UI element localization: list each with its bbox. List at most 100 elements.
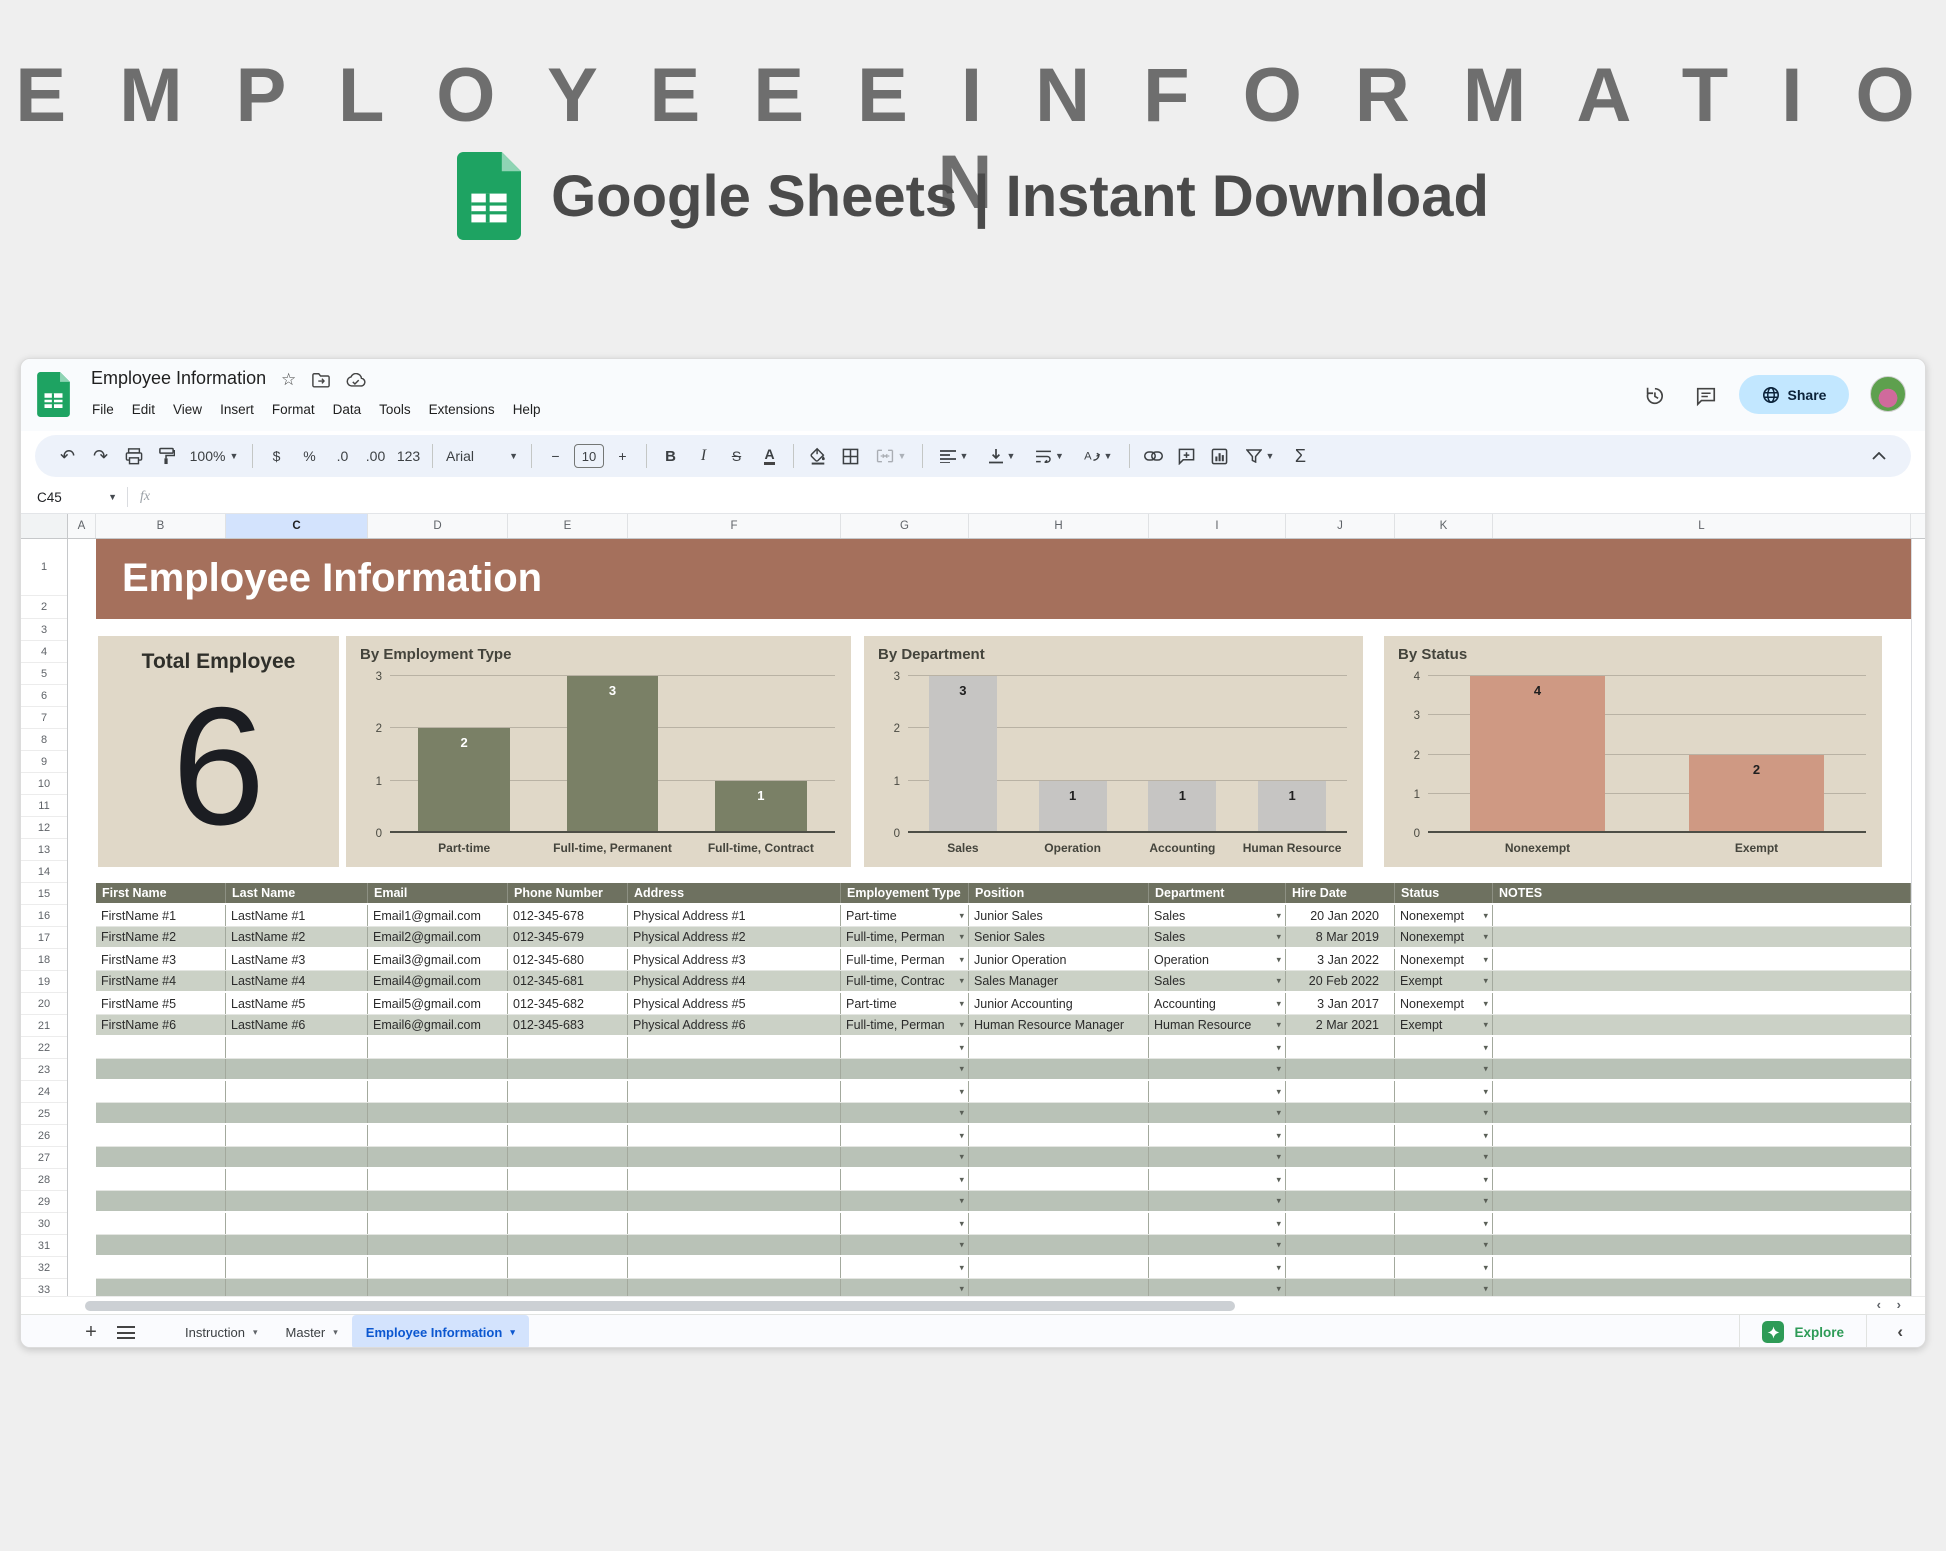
column-header-J[interactable]: J [1286,514,1395,538]
dropdown-arrow-icon[interactable]: ▾ [1276,910,1281,921]
table-cell[interactable] [368,1059,508,1079]
table-cell[interactable] [1493,1059,1911,1079]
table-cell[interactable]: Junior Accounting [969,993,1149,1014]
table-cell[interactable]: ▾ [841,1235,969,1255]
table-cell[interactable]: Accounting▾ [1149,993,1286,1014]
dropdown-arrow-icon[interactable]: ▾ [1276,1174,1281,1185]
column-header-I[interactable]: I [1149,514,1286,538]
menu-insert[interactable]: Insert [211,399,263,420]
dropdown-arrow-icon[interactable]: ▾ [1483,1152,1488,1163]
dropdown-arrow-icon[interactable]: ▾ [959,1130,964,1141]
row-header-19[interactable]: 19 [21,971,67,993]
row-header-3[interactable]: 3 [21,619,67,641]
table-cell[interactable] [1286,1191,1395,1211]
table-cell[interactable]: Physical Address #6 [628,1015,841,1035]
create-filter-icon[interactable]: ▼ [1236,435,1284,477]
table-cell[interactable] [368,1037,508,1058]
table-cell[interactable] [368,1125,508,1146]
dropdown-arrow-icon[interactable]: ▾ [1483,954,1488,965]
dropdown-arrow-icon[interactable]: ▾ [1483,1042,1488,1053]
table-cell[interactable]: ▾ [1149,1257,1286,1278]
dropdown-arrow-icon[interactable]: ▾ [1483,1130,1488,1141]
table-cell[interactable]: LastName #6 [226,1015,368,1035]
table-cell[interactable]: ▾ [841,1213,969,1234]
column-header-G[interactable]: G [841,514,969,538]
text-wrap-button[interactable]: ▼ [1026,435,1074,477]
dropdown-arrow-icon[interactable]: ▾ [1483,1284,1488,1295]
table-cell[interactable] [1493,927,1911,947]
table-cell[interactable] [1493,949,1911,970]
table-cell[interactable] [368,1169,508,1190]
table-cell[interactable]: 3 Jan 2017 [1286,993,1395,1014]
table-cell[interactable]: Senior Sales [969,927,1149,947]
table-cell[interactable] [1493,1235,1911,1255]
table-cell[interactable]: Physical Address #3 [628,949,841,970]
row-header-22[interactable]: 22 [21,1037,67,1059]
table-cell[interactable]: ▾ [1395,1169,1493,1190]
table-cell[interactable]: Sales▾ [1149,905,1286,926]
dropdown-arrow-icon[interactable]: ▾ [959,976,964,987]
table-cell[interactable]: 012-345-680 [508,949,628,970]
menu-edit[interactable]: Edit [123,399,164,420]
table-cell[interactable]: Email5@gmail.com [368,993,508,1014]
table-cell[interactable] [969,1257,1149,1278]
table-cell[interactable]: Email6@gmail.com [368,1015,508,1035]
table-cell[interactable] [226,1191,368,1211]
table-cell[interactable]: ▾ [1149,1059,1286,1079]
menu-data[interactable]: Data [324,399,371,420]
table-cell[interactable]: Email1@gmail.com [368,905,508,926]
dropdown-arrow-icon[interactable]: ▾ [959,1240,964,1251]
table-cell[interactable]: ▾ [1149,1037,1286,1058]
table-cell[interactable]: LastName #4 [226,971,368,991]
table-cell[interactable] [1493,1213,1911,1234]
table-cell[interactable] [226,1213,368,1234]
table-cell[interactable] [969,1191,1149,1211]
insert-chart-icon[interactable] [1203,435,1236,477]
table-cell[interactable] [628,1235,841,1255]
italic-button[interactable]: I [687,435,720,477]
row-header-8[interactable]: 8 [21,729,67,751]
table-cell[interactable]: 20 Feb 2022 [1286,971,1395,991]
select-all-corner[interactable] [21,514,68,538]
table-cell[interactable]: Sales▾ [1149,971,1286,991]
table-cell[interactable] [1493,905,1911,926]
table-cell[interactable] [368,1257,508,1278]
table-cell[interactable] [969,1059,1149,1079]
row-header-27[interactable]: 27 [21,1147,67,1169]
comment-history-icon[interactable] [1693,383,1719,409]
row-header-9[interactable]: 9 [21,751,67,773]
table-cell[interactable] [508,1037,628,1058]
column-header-K[interactable]: K [1395,514,1493,538]
table-cell[interactable] [1286,1147,1395,1167]
table-cell[interactable] [96,1103,226,1123]
hscroll-thumb[interactable] [85,1301,1235,1311]
table-cell[interactable]: Email2@gmail.com [368,927,508,947]
table-cell[interactable] [368,1191,508,1211]
increase-decimal-button[interactable]: .00 [359,435,392,477]
table-cell[interactable]: 012-345-679 [508,927,628,947]
table-cell[interactable]: ▾ [841,1147,969,1167]
column-header-A[interactable]: A [68,514,96,538]
table-cell[interactable] [969,1103,1149,1123]
table-cell[interactable]: ▾ [1395,1257,1493,1278]
dropdown-arrow-icon[interactable]: ▾ [1276,1086,1281,1097]
table-cell[interactable]: ▾ [841,1125,969,1146]
sheet-tab-instruction[interactable]: Instruction▾ [171,1315,272,1348]
table-cell[interactable]: ▾ [841,1059,969,1079]
row-header-5[interactable]: 5 [21,663,67,685]
table-cell[interactable]: FirstName #4 [96,971,226,991]
decrease-decimal-button[interactable]: .0 [326,435,359,477]
table-cell[interactable] [508,1169,628,1190]
total-employee-card[interactable]: Total Employee 6 [98,636,339,867]
dropdown-arrow-icon[interactable]: ▾ [1483,998,1488,1009]
table-cell[interactable] [508,1279,628,1296]
row-header-28[interactable]: 28 [21,1169,67,1191]
table-cell[interactable]: LastName #3 [226,949,368,970]
dropdown-arrow-icon[interactable]: ▾ [1276,1262,1281,1273]
table-cell[interactable] [969,1279,1149,1296]
table-cell[interactable] [1493,1037,1911,1058]
table-cell[interactable]: Part-time▾ [841,905,969,926]
table-cell[interactable] [1286,1213,1395,1234]
table-cell[interactable] [96,1147,226,1167]
table-cell[interactable] [508,1257,628,1278]
